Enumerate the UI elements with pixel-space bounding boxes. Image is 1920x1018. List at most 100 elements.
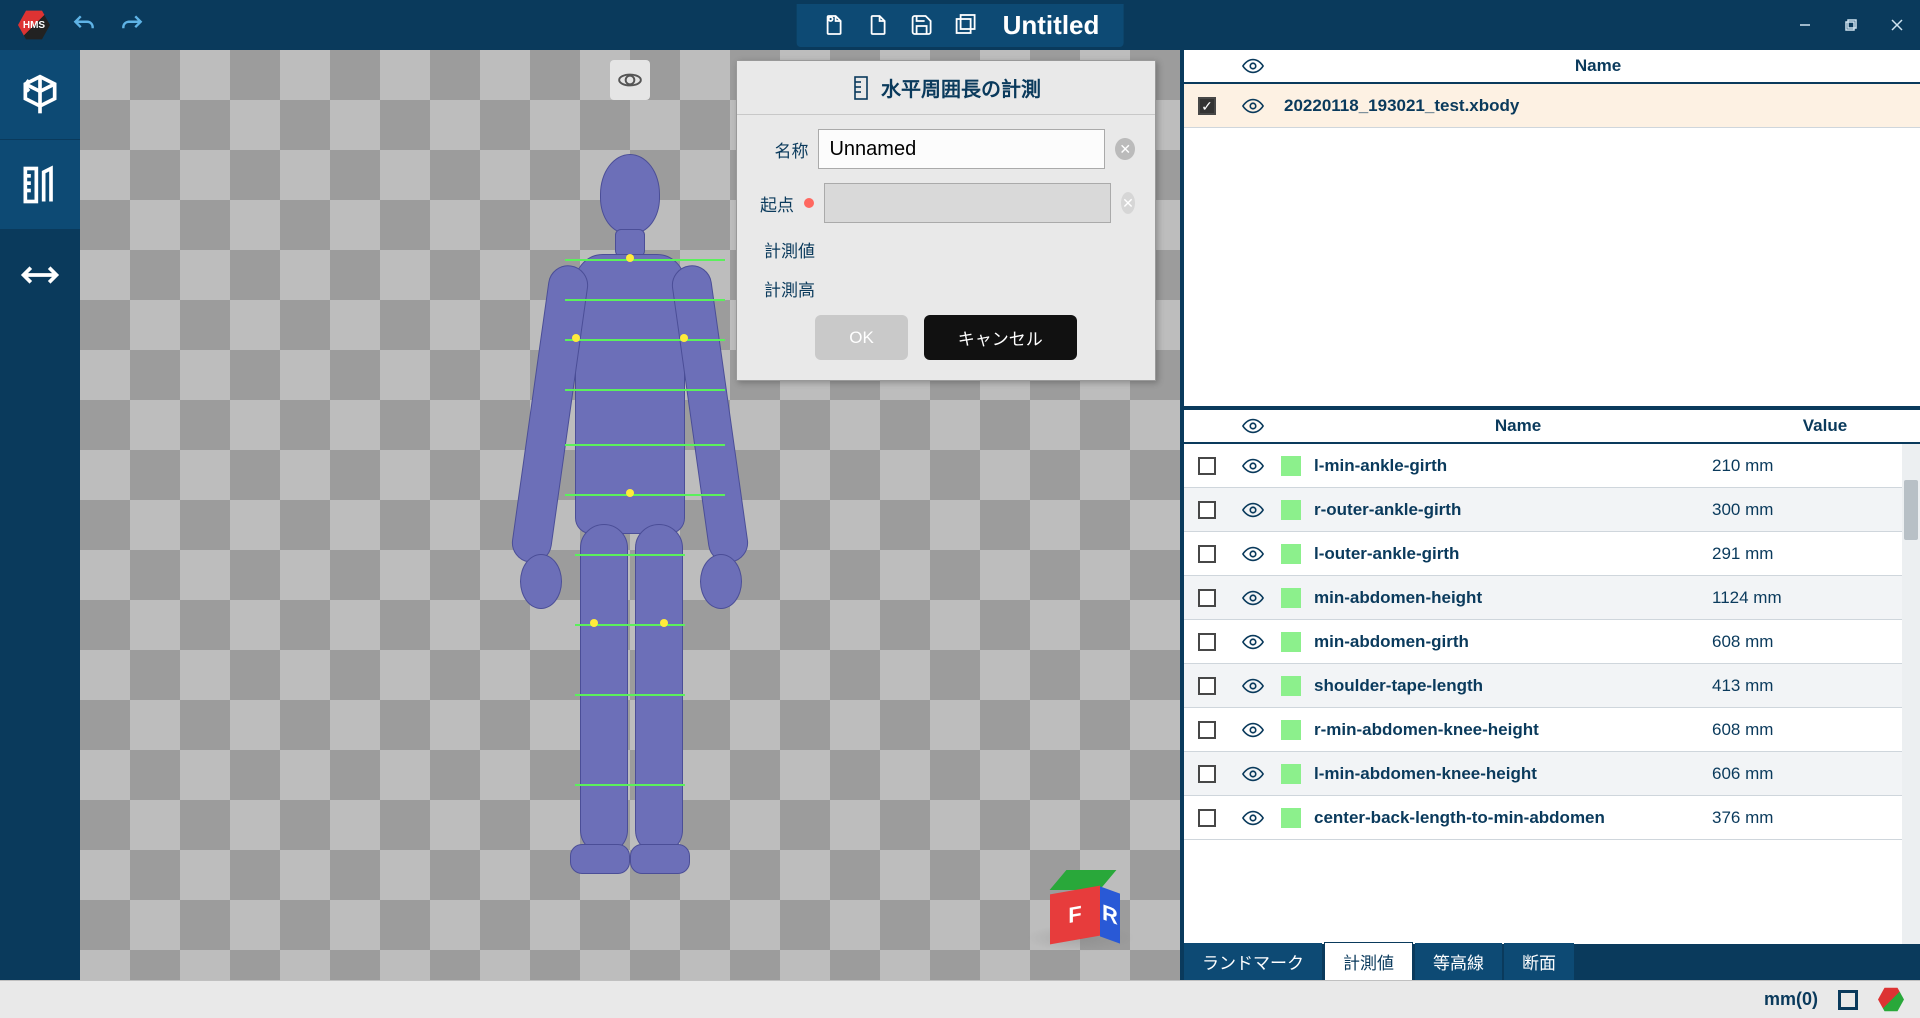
tab-section[interactable]: 断面 xyxy=(1504,943,1574,980)
clear-name-button[interactable]: ✕ xyxy=(1115,138,1135,160)
measure-checkbox[interactable] xyxy=(1198,501,1216,519)
tab-landmark[interactable]: ランドマーク xyxy=(1184,943,1322,980)
tool-compare[interactable] xyxy=(0,230,80,320)
dialog-title: 水平周囲長の計測 xyxy=(737,61,1155,115)
measure-value: 1124 mm xyxy=(1712,588,1902,608)
measure-checkbox[interactable] xyxy=(1198,765,1216,783)
status-unit[interactable]: mm(0) xyxy=(1764,989,1818,1010)
status-hex-icon[interactable] xyxy=(1878,987,1904,1013)
body-figure xyxy=(480,154,780,914)
visibility-toggle[interactable] xyxy=(1230,95,1276,117)
color-swatch[interactable] xyxy=(1281,764,1301,784)
measure-value: 376 mm xyxy=(1712,808,1902,828)
scrollbar-thumb[interactable] xyxy=(1904,480,1918,540)
measure-row[interactable]: l-min-abdomen-knee-height606 mm xyxy=(1184,752,1902,796)
window-maximize-button[interactable] xyxy=(1828,9,1874,41)
measure-name: center-back-length-to-min-abdomen xyxy=(1306,808,1712,828)
window-minimize-button[interactable] xyxy=(1782,9,1828,41)
app-logo: HMS xyxy=(18,9,50,41)
label-origin: 起点 xyxy=(757,191,794,216)
measure-checkbox[interactable] xyxy=(1198,457,1216,475)
measure-name: r-outer-ankle-girth xyxy=(1306,500,1712,520)
tool-model[interactable] xyxy=(0,50,80,140)
files-panel: Name 20220118_193021_test.xbody xyxy=(1184,50,1920,410)
viewport-3d[interactable]: F R 水平周囲長の計測 名称 ✕ 起点 ✕ xyxy=(80,50,1180,980)
tab-measure[interactable]: 計測値 xyxy=(1324,942,1413,980)
save-icon[interactable] xyxy=(909,12,935,38)
new-file-icon[interactable] xyxy=(821,12,847,38)
clear-origin-button[interactable]: ✕ xyxy=(1121,192,1135,214)
measure-name: l-min-ankle-girth xyxy=(1306,456,1712,476)
tab-contour[interactable]: 等高線 xyxy=(1415,943,1502,980)
scrollbar[interactable]: ▲ ▼ xyxy=(1902,444,1920,980)
files-header-name: Name xyxy=(1276,56,1920,76)
dialog-title-text: 水平周囲長の計測 xyxy=(881,73,1041,102)
measure-checkbox[interactable] xyxy=(1198,545,1216,563)
visibility-toggle[interactable] xyxy=(1230,499,1276,521)
tool-measure[interactable] xyxy=(0,140,80,230)
color-swatch[interactable] xyxy=(1281,456,1301,476)
right-column: Name 20220118_193021_test.xbody Name Val… xyxy=(1180,50,1920,980)
visibility-toggle[interactable] xyxy=(1230,631,1276,653)
status-square-icon[interactable] xyxy=(1838,990,1858,1010)
document-title: Untitled xyxy=(1003,10,1100,41)
statusbar: mm(0) xyxy=(0,980,1920,1018)
visibility-toggle[interactable] xyxy=(1230,763,1276,785)
measure-row[interactable]: shoulder-tape-length413 mm xyxy=(1184,664,1902,708)
visibility-toggle[interactable] xyxy=(1230,807,1276,829)
measure-row[interactable]: min-abdomen-height1124 mm xyxy=(1184,576,1902,620)
measure-value: 608 mm xyxy=(1712,720,1902,740)
input-name[interactable] xyxy=(818,129,1105,169)
ok-button[interactable]: OK xyxy=(815,315,908,360)
measure-row[interactable]: center-back-length-to-min-abdomen376 mm xyxy=(1184,796,1902,840)
label-measure-height: 計測高 xyxy=(757,276,815,301)
visibility-toggle[interactable] xyxy=(1230,455,1276,477)
cancel-button[interactable]: キャンセル xyxy=(924,315,1077,360)
window-close-button[interactable] xyxy=(1874,9,1920,41)
measure-value: 606 mm xyxy=(1712,764,1902,784)
measure-row[interactable]: l-outer-ankle-girth291 mm xyxy=(1184,532,1902,576)
color-swatch[interactable] xyxy=(1281,720,1301,740)
save-as-icon[interactable] xyxy=(953,12,979,38)
measure-checkbox[interactable] xyxy=(1198,809,1216,827)
nav-cube[interactable]: F R xyxy=(1050,870,1120,940)
file-row[interactable]: 20220118_193021_test.xbody xyxy=(1184,84,1920,128)
measure-row[interactable]: min-abdomen-girth608 mm xyxy=(1184,620,1902,664)
color-swatch[interactable] xyxy=(1281,500,1301,520)
measure-header-name: Name xyxy=(1306,416,1730,436)
measure-row[interactable]: r-min-abdomen-knee-height608 mm xyxy=(1184,708,1902,752)
eye-icon xyxy=(1242,55,1264,77)
measure-name: min-abdomen-girth xyxy=(1306,632,1712,652)
color-swatch[interactable] xyxy=(1281,676,1301,696)
measure-value: 300 mm xyxy=(1712,500,1902,520)
measure-checkbox[interactable] xyxy=(1198,589,1216,607)
titlebar: HMS Untitled xyxy=(0,0,1920,50)
visibility-toggle[interactable] xyxy=(1230,675,1276,697)
redo-button[interactable] xyxy=(118,11,146,39)
measure-checkbox[interactable] xyxy=(1198,677,1216,695)
file-name: 20220118_193021_test.xbody xyxy=(1276,96,1920,116)
open-file-icon[interactable] xyxy=(865,12,891,38)
file-checkbox[interactable] xyxy=(1198,97,1216,115)
measure-name: l-outer-ankle-girth xyxy=(1306,544,1712,564)
input-origin[interactable] xyxy=(824,183,1111,223)
measure-value: 291 mm xyxy=(1712,544,1902,564)
visibility-toggle[interactable] xyxy=(1230,719,1276,741)
measure-checkbox[interactable] xyxy=(1198,633,1216,651)
viewport-orbit-icon[interactable] xyxy=(610,60,650,100)
color-swatch[interactable] xyxy=(1281,808,1301,828)
label-name: 名称 xyxy=(757,137,808,162)
visibility-toggle[interactable] xyxy=(1230,587,1276,609)
measure-name: min-abdomen-height xyxy=(1306,588,1712,608)
measure-row[interactable]: r-outer-ankle-girth300 mm xyxy=(1184,488,1902,532)
undo-button[interactable] xyxy=(70,11,98,39)
measure-row[interactable]: l-min-ankle-girth210 mm xyxy=(1184,444,1902,488)
color-swatch[interactable] xyxy=(1281,632,1301,652)
origin-required-dot xyxy=(804,198,814,208)
measure-checkbox[interactable] xyxy=(1198,721,1216,739)
visibility-toggle[interactable] xyxy=(1230,543,1276,565)
color-swatch[interactable] xyxy=(1281,588,1301,608)
measure-value: 413 mm xyxy=(1712,676,1902,696)
measure-name: l-min-abdomen-knee-height xyxy=(1306,764,1712,784)
color-swatch[interactable] xyxy=(1281,544,1301,564)
